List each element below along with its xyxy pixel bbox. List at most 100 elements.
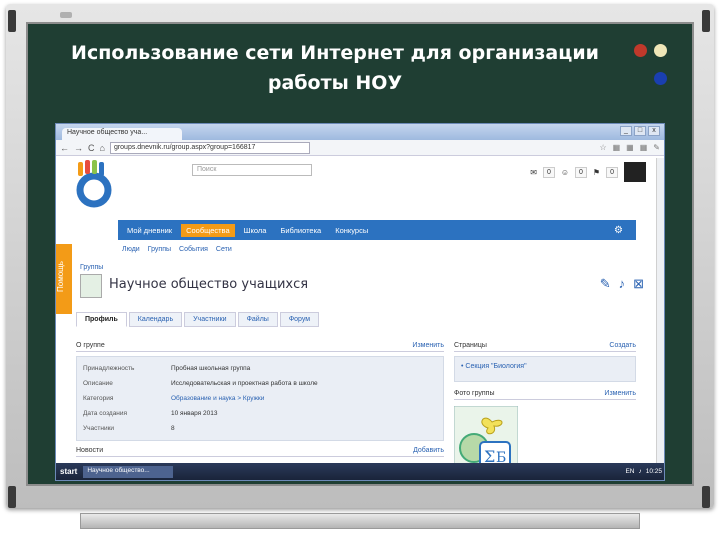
info-key: Дата создания — [83, 410, 128, 417]
clock: 10:25 — [645, 468, 662, 475]
pages-list: • Секция "Биология" — [454, 356, 636, 382]
nav-item-library[interactable]: Библиотека — [275, 224, 326, 237]
red-dot-icon — [634, 44, 647, 57]
edit-about-link[interactable]: Изменить — [412, 342, 444, 349]
browser-tab[interactable]: Научное общество уча... — [62, 128, 182, 140]
search-input[interactable]: Поиск — [192, 164, 312, 176]
info-value: Исследовательская и проектная работа в ш… — [171, 380, 318, 387]
about-header: О группе Изменить — [76, 342, 444, 352]
info-key: Участники — [83, 425, 115, 432]
reload-icon[interactable]: C — [88, 143, 95, 153]
cream-dot-icon — [654, 44, 667, 57]
tab-calendar[interactable]: Календарь — [128, 312, 183, 327]
page-title: Научное общество учащихся — [109, 277, 309, 292]
page-scrollbar[interactable] — [656, 158, 664, 465]
info-row: Принадлежность Пробная школьная группа — [83, 361, 437, 376]
breadcrumb[interactable]: Группы — [80, 264, 103, 271]
frame-clip-top-right — [702, 10, 710, 32]
info-row: Категория Образование и наука > Кружки — [83, 391, 437, 406]
start-button[interactable]: start — [60, 467, 77, 476]
nav-item-school[interactable]: Школа — [239, 224, 272, 237]
about-title: О группе — [76, 342, 105, 349]
subnav-people[interactable]: Люди — [122, 246, 140, 253]
marker-tray — [80, 513, 640, 529]
tab-forum[interactable]: Форум — [279, 312, 320, 327]
extension-icon[interactable]: ▦ — [613, 143, 621, 152]
frame-clip-bottom-left — [8, 486, 16, 508]
group-header: Группы Научное общество учащихся ✎ ♪ ⊠ — [76, 264, 646, 304]
address-bar[interactable]: groups.dnevnik.ru/group.aspx?group=16681… — [109, 141, 310, 154]
side-column: Страницы Создать • Секция "Биология" Фот… — [453, 342, 636, 476]
notify-counter[interactable]: 0 — [606, 166, 618, 178]
home-icon[interactable]: ⌂ — [100, 143, 105, 153]
news-title: Новости — [76, 447, 104, 454]
volume-icon[interactable]: ♪ — [638, 468, 641, 475]
change-photo-link[interactable]: Изменить — [604, 390, 636, 397]
close-button[interactable]: x — [648, 126, 660, 136]
user-toolbar: ✉ 0 ☺ 0 ⚑ 0 — [530, 162, 646, 182]
group-actions: ✎ ♪ ⊠ — [600, 276, 644, 292]
tab-files[interactable]: Файлы — [237, 312, 278, 327]
subnav-events[interactable]: События — [179, 246, 208, 253]
info-row: Участники 8 — [83, 421, 437, 436]
avatar[interactable] — [624, 162, 646, 182]
slide-title-line-2: работы НОУ — [267, 72, 403, 94]
page-link[interactable]: • Секция "Биология" — [461, 363, 527, 370]
gear-icon[interactable]: ⚙ — [609, 223, 628, 238]
create-page-link[interactable]: Создать — [609, 342, 636, 349]
slide-title-line-1: Использование сети Интернет для организа… — [71, 42, 599, 64]
mail-icon[interactable]: ✉ — [530, 168, 537, 177]
maximize-button[interactable]: □ — [634, 126, 646, 136]
pages-header: Страницы Создать — [454, 342, 636, 352]
forward-icon[interactable]: → — [74, 143, 83, 153]
toolbar-icons: ☆ ▦ ▦ ▦ ✎ — [599, 143, 660, 152]
leave-icon[interactable]: ⊠ — [633, 276, 644, 292]
photo-header: Фото группы Изменить — [454, 390, 636, 400]
bookmark-icon[interactable]: ☆ — [599, 143, 606, 152]
frame-clip-top-center — [60, 12, 72, 18]
help-tab[interactable]: Помощь — [56, 244, 72, 314]
tab-profile[interactable]: Профиль — [76, 312, 127, 327]
blue-dot-icon — [654, 72, 667, 85]
subnav-networks[interactable]: Сети — [216, 246, 232, 253]
info-key: Категория — [83, 395, 114, 402]
notify-icon[interactable]: ⚑ — [593, 168, 600, 177]
photo-title: Фото группы — [454, 390, 495, 397]
info-row: Дата создания 10 января 2013 — [83, 406, 437, 421]
group-avatar — [80, 274, 102, 298]
extension-icon[interactable]: ▦ — [626, 143, 634, 152]
settings-icon[interactable]: ✎ — [600, 276, 611, 292]
frame-clip-bottom-right — [702, 486, 710, 508]
add-news-link[interactable]: Добавить — [413, 447, 444, 454]
tab-members[interactable]: Участники — [184, 312, 236, 327]
sub-nav: Люди Группы События Сети — [122, 246, 232, 253]
friends-counter[interactable]: 0 — [575, 166, 587, 178]
browser-screenshot: Научное общество уча... _ □ x ← → C ⌂ gr… — [55, 123, 665, 481]
taskbar-item[interactable]: Научное общество... — [83, 465, 174, 478]
message-counter[interactable]: 0 — [542, 166, 555, 178]
minimize-button[interactable]: _ — [620, 126, 632, 136]
browser-navbar: ← → C ⌂ groups.dnevnik.ru/group.aspx?gro… — [56, 140, 664, 156]
frame-clip-top-left — [8, 10, 16, 32]
browser-titlebar: Научное общество уча... _ □ x — [56, 124, 664, 140]
info-value: 10 января 2013 — [171, 410, 218, 417]
about-column: О группе Изменить Принадлежность Пробная… — [76, 342, 444, 457]
category-link[interactable]: Образование и наука > Кружки — [171, 395, 264, 402]
group-tabs: Профиль Календарь Участники Файлы Форум — [76, 312, 320, 327]
info-value: Пробная школьная группа — [171, 365, 251, 372]
friends-icon[interactable]: ☺ — [561, 168, 569, 177]
extension-icon[interactable]: ▦ — [640, 143, 648, 152]
main-nav: Мой дневник Сообщества Школа Библиотека … — [118, 220, 636, 240]
nav-item-diary[interactable]: Мой дневник — [122, 224, 177, 237]
nav-item-contests[interactable]: Конкурсы — [330, 224, 373, 237]
language-indicator[interactable]: EN — [625, 468, 634, 475]
mute-icon[interactable]: ♪ — [619, 276, 626, 292]
wrench-icon[interactable]: ✎ — [653, 143, 660, 152]
info-value: 8 — [171, 425, 175, 432]
nav-item-communities[interactable]: Сообщества — [181, 223, 235, 237]
pages-title: Страницы — [454, 342, 487, 349]
subnav-groups[interactable]: Группы — [148, 246, 171, 253]
back-icon[interactable]: ← — [60, 143, 69, 153]
window-buttons: _ □ x — [620, 126, 660, 136]
os-taskbar: start Научное общество... EN ♪ 10:25 — [56, 463, 664, 480]
